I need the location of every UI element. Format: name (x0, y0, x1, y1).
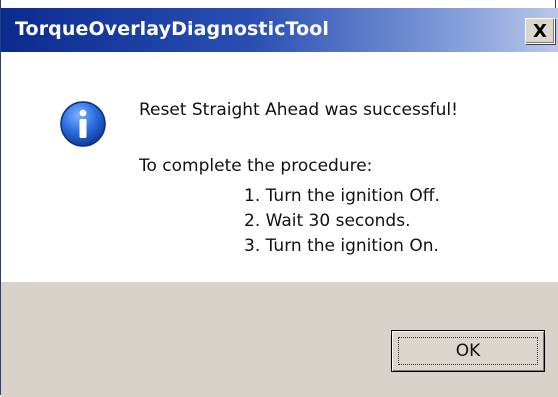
success-message: Reset Straight Ahead was successful! (139, 100, 458, 120)
title-bar[interactable]: TorqueOverlayDiagnosticTool X (1, 8, 558, 52)
procedure-intro: To complete the procedure: (139, 156, 373, 176)
close-button[interactable]: X (525, 18, 555, 44)
ok-button[interactable]: OK (391, 330, 545, 372)
ok-button-label: OK (455, 341, 481, 361)
step-item: 2. Wait 30 seconds. (244, 211, 411, 231)
step-item: 3. Turn the ignition On. (244, 236, 439, 256)
dialog-window: TorqueOverlayDiagnosticTool X Reset Stra… (0, 0, 558, 397)
step-item: 1. Turn the ignition Off. (244, 186, 440, 206)
dialog-content: Reset Straight Ahead was successful! To … (1, 52, 557, 282)
window-title: TorqueOverlayDiagnosticTool (15, 18, 330, 40)
dialog-footer: OK (1, 282, 558, 397)
procedure-steps: 1. Turn the ignition Off. 2. Wait 30 sec… (244, 184, 440, 259)
info-icon (60, 101, 106, 147)
